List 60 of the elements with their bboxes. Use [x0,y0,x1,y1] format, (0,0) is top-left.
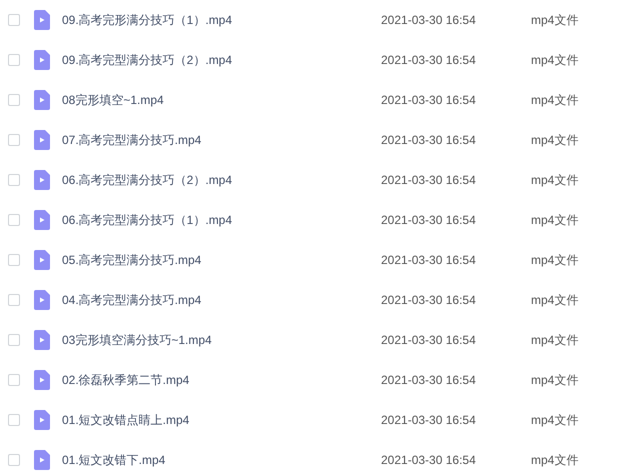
video-file-icon [34,170,50,190]
file-type: mp4文件 [531,92,578,108]
file-name: 08完形填空~1.mp4 [62,92,165,108]
video-file-icon [34,210,50,230]
checkbox[interactable] [8,294,20,306]
checkbox[interactable] [8,454,20,466]
video-file-icon [34,90,50,110]
checkbox[interactable] [8,94,20,106]
checkbox[interactable] [8,374,20,386]
file-type: mp4文件 [531,452,578,468]
video-file-icon [34,10,50,30]
modified-date: 2021-03-30 16:54 [381,13,477,27]
file-type: mp4文件 [531,292,578,308]
file-name: 04.高考完型满分技巧.mp4 [62,292,202,308]
checkbox[interactable] [8,414,20,426]
file-name: 06.高考完型满分技巧（1）.mp4 [62,212,234,228]
modified-date: 2021-03-30 16:54 [381,133,477,147]
checkbox[interactable] [8,254,20,266]
modified-date: 2021-03-30 16:54 [381,173,477,187]
video-file-icon [34,410,50,430]
file-type: mp4文件 [531,252,578,268]
video-file-icon [34,250,50,270]
file-type: mp4文件 [531,372,578,388]
file-type: mp4文件 [531,12,578,28]
file-type: mp4文件 [531,212,578,228]
file-type: mp4文件 [531,332,578,348]
modified-date: 2021-03-30 16:54 [381,253,477,267]
file-name: 09.高考完形满分技巧（1）.mp4 [62,12,234,28]
file-name: 05.高考完型满分技巧.mp4 [62,252,202,268]
file-name: 01.短文改错点睛上.mp4 [62,412,190,428]
modified-date: 2021-03-30 16:54 [381,333,477,347]
modified-date: 2021-03-30 16:54 [381,293,477,307]
modified-date: 2021-03-30 16:54 [381,213,477,227]
checkbox[interactable] [8,14,20,26]
modified-date: 2021-03-30 16:54 [381,413,477,427]
video-file-icon [34,50,50,70]
modified-date: 2021-03-30 16:54 [381,453,477,467]
checkbox[interactable] [8,214,20,226]
file-name: 06.高考完型满分技巧（2）.mp4 [62,172,234,188]
file-name: 09.高考完型满分技巧（2）.mp4 [62,52,234,68]
video-file-icon [34,290,50,310]
file-type: mp4文件 [531,172,578,188]
checkbox[interactable] [8,334,20,346]
checkbox[interactable] [8,174,20,186]
file-type: mp4文件 [531,412,578,428]
video-file-icon [34,450,50,470]
video-file-icon [34,130,50,150]
modified-date: 2021-03-30 16:54 [381,373,477,387]
video-file-icon [34,330,50,350]
checkbox[interactable] [8,134,20,146]
checkbox[interactable] [8,54,20,66]
video-file-icon [34,370,50,390]
file-name: 01.短文改错下.mp4 [62,452,166,468]
file-name: 07.高考完型满分技巧.mp4 [62,132,202,148]
file-name: 03完形填空满分技巧~1.mp4 [62,332,213,348]
modified-date: 2021-03-30 16:54 [381,53,477,67]
file-name: 02.徐磊秋季第二节.mp4 [62,372,190,388]
modified-date: 2021-03-30 16:54 [381,93,477,107]
file-type: mp4文件 [531,132,578,148]
file-type: mp4文件 [531,52,578,68]
